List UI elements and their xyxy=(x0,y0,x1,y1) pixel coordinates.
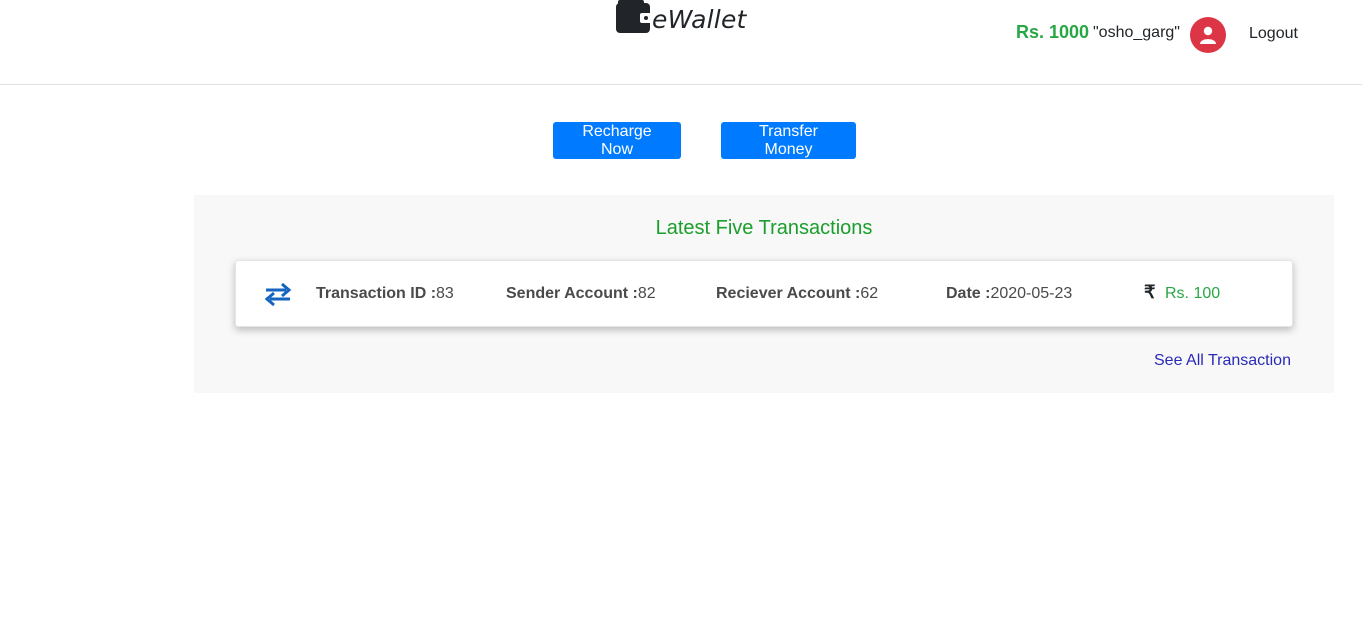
transaction-id: Transaction ID :83 xyxy=(316,285,454,303)
brand-logo[interactable]: eWallet xyxy=(616,0,747,40)
rupee-icon: ₹ xyxy=(1144,282,1156,302)
transaction-id-value: 83 xyxy=(436,285,454,302)
navbar: eWallet Rs. 1000 "osho_garg" Logout xyxy=(0,0,1362,85)
transfer-money-button[interactable]: Transfer Money xyxy=(721,122,856,159)
transactions-panel: Latest Five Transactions Transaction ID … xyxy=(194,195,1334,393)
transactions-title: Latest Five Transactions xyxy=(655,217,873,239)
logout-link[interactable]: Logout xyxy=(1249,25,1298,43)
transaction-date-value: 2020-05-23 xyxy=(990,285,1073,302)
transaction-date-label: Date : xyxy=(946,285,991,302)
recharge-now-button[interactable]: Recharge Now xyxy=(553,122,681,159)
avatar[interactable] xyxy=(1190,17,1226,53)
transaction-amount: Rs. 100 xyxy=(1165,285,1221,302)
receiver-account-value: 62 xyxy=(860,285,879,302)
transaction-id-label: Transaction ID : xyxy=(316,285,437,302)
swap-arrows-icon xyxy=(264,282,292,307)
wallet-balance: Rs. 1000 xyxy=(1016,22,1090,42)
transaction-date: Date :2020-05-23 xyxy=(946,285,1072,303)
sender-account-label: Sender Account : xyxy=(506,285,638,302)
receiver-account: Reciever Account :62 xyxy=(716,285,878,303)
sender-account-value: 82 xyxy=(637,285,656,302)
sender-account: Sender Account :82 xyxy=(506,285,656,303)
username: "osho_garg" xyxy=(1093,24,1180,41)
transaction-card[interactable]: Transaction ID :83 Sender Account :82 Re… xyxy=(235,260,1293,327)
brand-name: eWallet xyxy=(652,5,747,34)
see-all-transactions-link[interactable]: See All Transaction xyxy=(1154,352,1291,370)
wallet-icon xyxy=(616,0,652,34)
receiver-account-label: Reciever Account : xyxy=(716,285,861,302)
user-icon xyxy=(1200,26,1216,44)
